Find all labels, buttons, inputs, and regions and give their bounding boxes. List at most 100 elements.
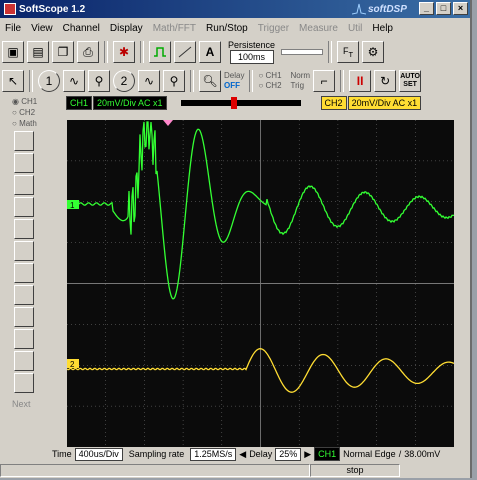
- edge-button[interactable]: ⌐: [313, 70, 336, 92]
- set-label: SET: [403, 81, 417, 88]
- delay-state: OFF: [224, 81, 240, 90]
- measure-button-12[interactable]: [14, 373, 34, 393]
- menu-util[interactable]: Util: [343, 23, 367, 34]
- menu-file[interactable]: File: [0, 23, 26, 34]
- measure-button-9[interactable]: [14, 307, 34, 327]
- scope-display[interactable]: 1 2: [66, 120, 455, 447]
- text-button[interactable]: A: [199, 41, 221, 63]
- side-ch1-radio[interactable]: ◉ CH1: [2, 96, 46, 107]
- compass-icon: ⚙: [367, 45, 379, 59]
- slider-thumb[interactable]: [230, 97, 237, 109]
- single-button[interactable]: ↻: [374, 70, 397, 92]
- save-all-button[interactable]: ▤: [27, 41, 49, 63]
- square-wave-button[interactable]: [149, 41, 171, 63]
- main-toolbar: ▣ ▤ ❐ ⎙ ✱ A Persistence 100ms FT ⚙: [2, 38, 468, 66]
- menu-bar: File View Channel Display Math/FFT Run/S…: [0, 20, 470, 36]
- menu-view[interactable]: View: [26, 23, 58, 34]
- menu-channel[interactable]: Channel: [58, 23, 105, 34]
- ch1-ground-marker[interactable]: 1: [67, 200, 79, 210]
- ch1-tag[interactable]: CH1: [66, 96, 93, 110]
- measure-button-7[interactable]: [14, 263, 34, 283]
- delay-left-arrow[interactable]: ◀: [239, 449, 246, 460]
- side-ch2-radio[interactable]: ○ CH2: [2, 107, 46, 118]
- delay-toggle[interactable]: Delay OFF: [224, 71, 244, 91]
- side-ch1-label: CH1: [21, 97, 38, 106]
- measure-button-11[interactable]: [14, 351, 34, 371]
- trigger-position-marker[interactable]: [163, 120, 173, 126]
- ramp-button[interactable]: [174, 41, 196, 63]
- menu-measure[interactable]: Measure: [294, 23, 343, 34]
- measure-button-6[interactable]: [14, 241, 34, 261]
- trigger-ch1-radio[interactable]: ○ CH1: [258, 71, 281, 81]
- ch1-scale[interactable]: 20mV/Div AC x1: [93, 96, 167, 110]
- trigger-mode[interactable]: Norm Trig: [291, 71, 311, 91]
- copy-button[interactable]: ❐: [52, 41, 74, 63]
- menu-help[interactable]: Help: [367, 23, 398, 34]
- pause-icon: II: [356, 74, 364, 88]
- measure-button-1[interactable]: [14, 131, 34, 151]
- ch1-zoom-button[interactable]: ⚲: [88, 70, 110, 92]
- measure-button-10[interactable]: [14, 329, 34, 349]
- grid: [67, 120, 454, 447]
- trigger-ch1-label: CH1: [265, 71, 282, 80]
- stop-button[interactable]: II: [349, 70, 372, 92]
- minimize-button[interactable]: _: [419, 2, 434, 15]
- measure-button-8[interactable]: [14, 285, 34, 305]
- position-slider[interactable]: [180, 97, 301, 109]
- persistence-slider[interactable]: [281, 49, 324, 55]
- ch2-scale[interactable]: 20mV/Div AC x1: [347, 96, 422, 110]
- run-state: stop: [310, 463, 400, 477]
- delay-right-arrow[interactable]: ▶: [304, 449, 311, 460]
- measure-button-4[interactable]: [14, 197, 34, 217]
- delay-label: Delay: [224, 71, 245, 80]
- cursor-arrow-icon: ↖: [7, 74, 19, 88]
- save-button[interactable]: ▣: [2, 41, 24, 63]
- menu-math-fft[interactable]: Math/FFT: [148, 23, 201, 34]
- print-button[interactable]: ⎙: [77, 41, 99, 63]
- left-panel: ◉ CH1 ○ CH2 ○ Math Next: [2, 96, 46, 462]
- maximize-button[interactable]: □: [436, 2, 451, 15]
- sine-icon: ∿: [143, 74, 155, 88]
- menu-display[interactable]: Display: [105, 23, 148, 34]
- sampling-label: Sampling rate: [125, 448, 188, 460]
- menu-trigger[interactable]: Trigger: [253, 23, 294, 34]
- ch2-ground-marker[interactable]: 2: [67, 359, 79, 369]
- ch2-wave-button[interactable]: ∿: [138, 70, 160, 92]
- separator: [29, 70, 33, 92]
- side-math-radio[interactable]: ○ Math: [2, 118, 46, 129]
- separator: [340, 70, 345, 92]
- ch1-marker-label: 1: [70, 201, 75, 210]
- pointer-button[interactable]: ↖: [2, 70, 24, 92]
- side-ch2-label: CH2: [19, 108, 36, 117]
- fft-icon: FT: [342, 45, 354, 59]
- ch2-zoom-button[interactable]: ⚲: [163, 70, 185, 92]
- measure-button-5[interactable]: [14, 219, 34, 239]
- ch1-wave-button[interactable]: ∿: [63, 70, 85, 92]
- probe-icon: ✱: [118, 45, 130, 59]
- delay-value[interactable]: 25%: [275, 447, 302, 461]
- ch1-select-button[interactable]: 1: [38, 70, 60, 92]
- tools-button[interactable]: ⚙: [362, 41, 385, 63]
- trigger-level[interactable]: 38.00mV: [404, 449, 440, 459]
- magnifier-icon: ⚲: [94, 74, 104, 88]
- trigger-ch2-radio[interactable]: ○ CH2: [258, 81, 281, 91]
- waveform-plot: 1 2: [66, 120, 455, 447]
- persistence-value[interactable]: 100ms: [229, 50, 274, 64]
- floppy-icon: ▣: [7, 45, 19, 59]
- menu-run-stop[interactable]: Run/Stop: [201, 23, 253, 34]
- trigger-mode-bottom: Normal Edge: [343, 449, 396, 459]
- measure-button-2[interactable]: [14, 153, 34, 173]
- next-button[interactable]: Next: [12, 399, 46, 409]
- time-label: Time: [52, 449, 72, 459]
- measure-button-3[interactable]: [14, 175, 34, 195]
- probe-button[interactable]: ✱: [113, 41, 135, 63]
- autoset-button[interactable]: AUTO SET: [399, 70, 422, 92]
- ch2-select-button[interactable]: 2: [113, 70, 135, 92]
- time-value[interactable]: 400us/Div: [74, 447, 123, 461]
- fft-button[interactable]: FT: [337, 41, 360, 63]
- sampling-value[interactable]: 1.25MS/s: [190, 447, 237, 461]
- trigger-channel[interactable]: CH1: [314, 447, 341, 461]
- zoom-button[interactable]: 🔍︎: [199, 70, 221, 92]
- ch2-tag[interactable]: CH2: [320, 96, 347, 110]
- close-button[interactable]: ×: [453, 2, 468, 15]
